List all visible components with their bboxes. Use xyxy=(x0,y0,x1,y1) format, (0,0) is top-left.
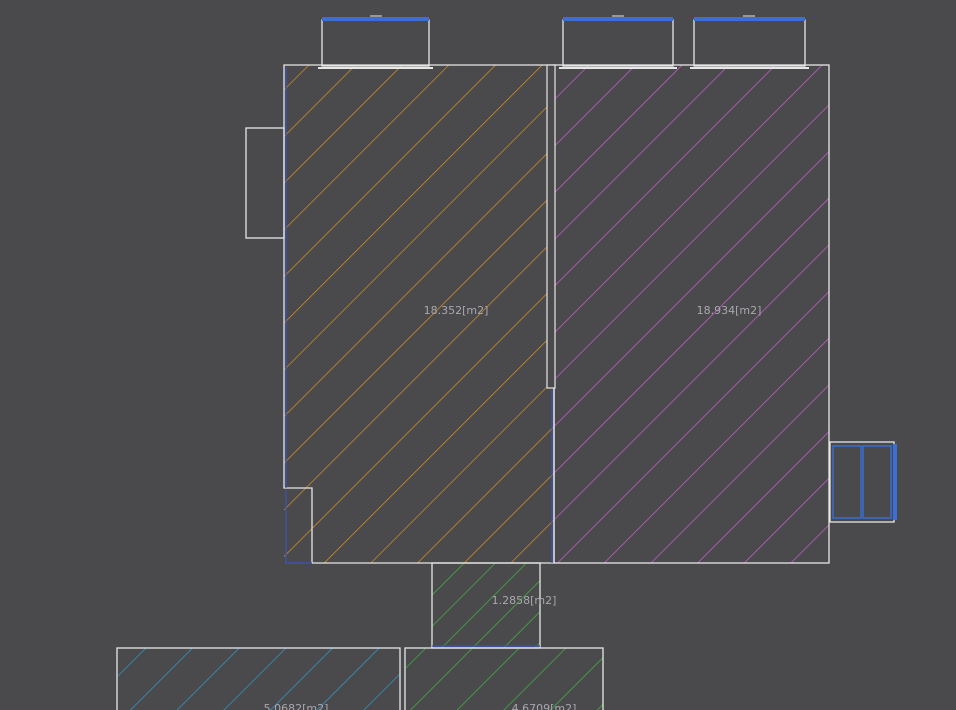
window-2[interactable] xyxy=(559,15,677,69)
door-leaf xyxy=(832,445,862,519)
window-3[interactable] xyxy=(690,15,809,69)
room-a-fill xyxy=(284,65,554,563)
room-b-area-label: 18.934[m2] xyxy=(697,304,762,317)
room-d[interactable] xyxy=(116,647,401,710)
left-bay xyxy=(245,127,285,239)
room-e[interactable] xyxy=(404,647,604,710)
right-door[interactable] xyxy=(829,441,897,523)
floor-plan: 18.352[m2] 18.934[m2] 1.2858[m2] 5.0682[… xyxy=(116,15,897,710)
room-d-area-label: 5.0682[m2] xyxy=(264,702,329,710)
partition-wall xyxy=(546,64,556,389)
door-frame xyxy=(829,441,895,523)
window-1[interactable] xyxy=(318,15,433,69)
room-b[interactable] xyxy=(553,64,830,564)
window-frame xyxy=(321,19,430,67)
hallway-area-label: 1.2858[m2] xyxy=(492,594,557,607)
room-d-fill xyxy=(117,648,400,710)
door-leaf xyxy=(862,445,892,519)
room-e-fill xyxy=(405,648,603,710)
room-a-area-label: 18.352[m2] xyxy=(424,304,489,317)
window-frame xyxy=(562,19,674,67)
room-b-fill xyxy=(554,65,829,563)
room-a[interactable] xyxy=(283,64,555,564)
room-e-area-label: 4.6709[m2] xyxy=(512,702,577,710)
room-a-corner-fill xyxy=(284,488,312,563)
window-frame xyxy=(693,19,806,67)
